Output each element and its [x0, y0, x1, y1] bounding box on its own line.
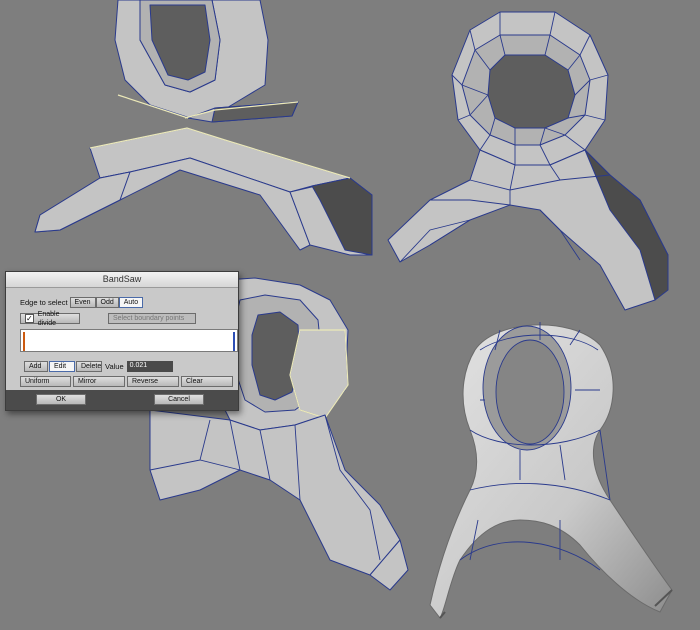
- checkmark-icon[interactable]: ✓: [25, 314, 34, 323]
- select-boundary-points-button[interactable]: Select boundary points: [108, 313, 196, 324]
- edge-odd-button[interactable]: Odd: [95, 297, 119, 308]
- mode-row: Add Edit Delete Value 0.021: [24, 361, 173, 372]
- select-boundary-label: Select boundary points: [113, 315, 185, 322]
- edge-auto-button[interactable]: Auto: [118, 297, 144, 308]
- bandsaw-dialog[interactable]: BandSaw Edge to select Even Odd Auto ✓ E…: [5, 271, 239, 411]
- delete-button[interactable]: Delete: [76, 361, 102, 372]
- enable-divide-row: ✓ Enable divide Select boundary points: [20, 311, 196, 327]
- edge-select-row: Edge to select Even Odd Auto: [20, 297, 144, 308]
- add-button[interactable]: Add: [24, 361, 48, 372]
- value-input[interactable]: 0.021: [126, 361, 173, 372]
- clear-button[interactable]: Clear: [181, 376, 233, 387]
- reverse-button[interactable]: Reverse: [127, 376, 179, 387]
- edge-select-label: Edge to select: [20, 298, 68, 307]
- ok-button[interactable]: OK: [36, 394, 86, 405]
- left-marker[interactable]: [23, 332, 25, 351]
- dialog-footer: OK Cancel: [6, 390, 238, 410]
- uniform-button[interactable]: Uniform: [20, 376, 71, 387]
- action-row: Uniform Mirror Reverse Clear: [20, 376, 233, 387]
- divide-curve-editor[interactable]: [20, 329, 238, 352]
- mirror-button[interactable]: Mirror: [73, 376, 125, 387]
- enable-divide-toggle[interactable]: ✓ Enable divide: [20, 311, 80, 327]
- cancel-button[interactable]: Cancel: [154, 394, 204, 405]
- enable-divide-label: Enable divide: [37, 310, 60, 327]
- value-label: Value: [105, 362, 124, 371]
- right-marker[interactable]: [233, 332, 235, 351]
- edit-button[interactable]: Edit: [49, 361, 75, 372]
- edge-even-button[interactable]: Even: [69, 297, 96, 308]
- dialog-title: BandSaw: [6, 272, 238, 288]
